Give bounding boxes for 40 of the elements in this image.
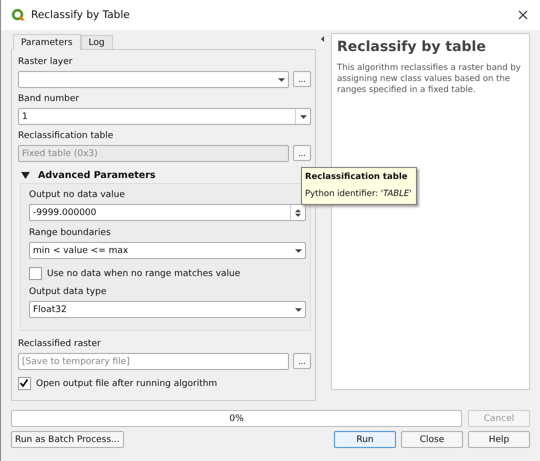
- field-label: Range boundaries: [29, 228, 112, 238]
- browse-button[interactable]: ...: [293, 71, 311, 87]
- progress-bar: 0%: [11, 410, 462, 427]
- spin-box[interactable]: -9999.000000: [29, 204, 306, 221]
- field-label: Reclassified raster: [18, 339, 102, 349]
- dropdown[interactable]: Float32: [29, 301, 306, 318]
- dropdown-arrow-icon: [278, 78, 284, 82]
- dropdown[interactable]: min < value <= max: [29, 242, 306, 259]
- close-button[interactable]: Close: [401, 431, 463, 448]
- field-label: Output no data value: [29, 190, 126, 200]
- checkbox-label: Open output file after running algorithm: [36, 378, 218, 388]
- checkbox[interactable]: [18, 377, 31, 390]
- spin-arrows-icon[interactable]: [295, 208, 301, 218]
- section-title: Advanced Parameters: [38, 170, 156, 180]
- batch-button[interactable]: Run as Batch Process...: [11, 431, 124, 448]
- tooltip: Reclassification table Python identifier: 'TABLE': [301, 167, 417, 205]
- tab[interactable]: Parameters: [13, 34, 81, 50]
- dropdown-arrow-icon: [300, 114, 306, 118]
- help-title: Reclassify by table: [337, 39, 487, 55]
- collapse-arrow-icon[interactable]: [321, 36, 324, 42]
- app-logo-icon: [11, 8, 25, 22]
- browse-button[interactable]: ...: [293, 145, 311, 161]
- browse-button[interactable]: ...: [293, 353, 311, 369]
- field-label: Output data type: [29, 287, 108, 297]
- tab[interactable]: Log: [80, 35, 113, 49]
- close-icon[interactable]: [518, 10, 528, 20]
- dropdown-arrow-icon: [294, 248, 302, 252]
- help-text: This algorithm reclassifies a raster band by assigning new class values based on the ranges specified in a fixed table.: [337, 63, 522, 96]
- input-field[interactable]: [Save to temporary file]: [18, 353, 289, 370]
- dropdown-arrow-icon: [294, 308, 302, 312]
- field-label: Reclassification table: [18, 131, 114, 141]
- help-button[interactable]: Help: [468, 431, 530, 448]
- field-label: Band number: [18, 94, 80, 104]
- run-button[interactable]: Run: [334, 431, 396, 448]
- checkbox[interactable]: [29, 267, 42, 280]
- dropdown[interactable]: 1: [18, 108, 311, 125]
- checkbox-label: Use no data when no range matches value: [47, 268, 240, 278]
- collapse-arrow-icon[interactable]: [21, 172, 30, 178]
- window-title: Reclassify by Table: [31, 9, 130, 21]
- field-label: Raster layer: [18, 57, 74, 67]
